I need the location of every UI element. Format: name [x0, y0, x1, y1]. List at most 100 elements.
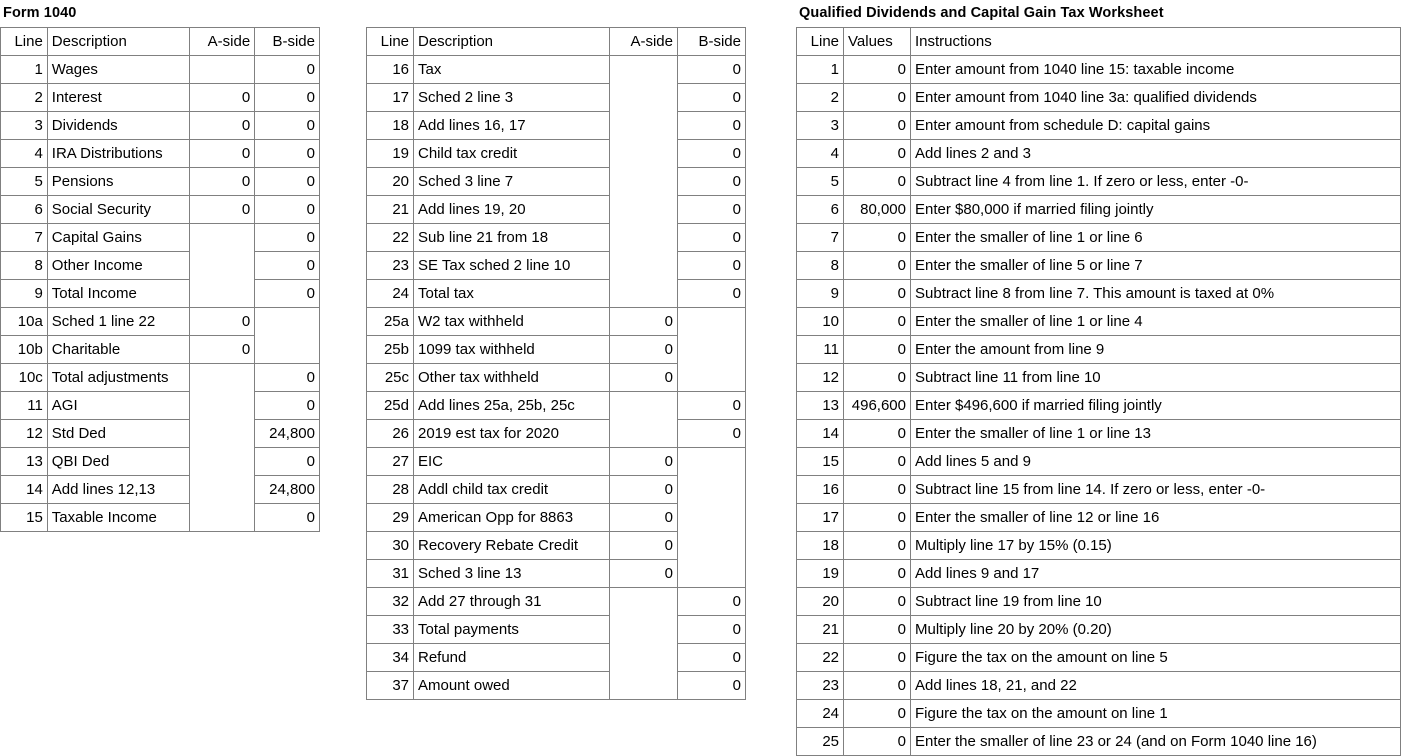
a-side-value-cell[interactable]: 0	[609, 363, 678, 392]
b-side-value-cell[interactable]: 0	[254, 391, 320, 420]
a-side-value-cell[interactable]: 0	[609, 335, 678, 364]
a-side-value-cell[interactable]: 0	[189, 139, 256, 168]
table-row: 4 0 Add lines 2 and 3	[796, 139, 1401, 168]
a-side-value-cell[interactable]: 0	[189, 335, 256, 364]
b-side-value-cell[interactable]: 0	[677, 139, 746, 168]
value-cell[interactable]: 0	[843, 419, 911, 448]
a-side-value-cell[interactable]: 0	[609, 531, 678, 560]
value-cell[interactable]: 0	[843, 335, 911, 364]
b-side-value-cell[interactable]: 0	[254, 55, 320, 84]
instruction-cell: Enter amount from schedule D: capital ga…	[910, 111, 1401, 140]
description-cell: Add lines 16, 17	[413, 111, 610, 140]
value-cell[interactable]: 0	[843, 671, 911, 700]
value-cell[interactable]: 0	[843, 559, 911, 588]
table-row: 7 0 Enter the smaller of line 1 or line 6	[796, 223, 1401, 252]
value-cell[interactable]: 0	[843, 279, 911, 308]
b-side-value-cell[interactable]: 24,800	[254, 419, 320, 448]
instruction-cell: Enter the smaller of line 23 or 24 (and …	[910, 727, 1401, 756]
line-number-cell: 32	[366, 587, 414, 616]
a-side-value-cell[interactable]: 0	[189, 111, 256, 140]
a-side-value-cell[interactable]: 0	[189, 167, 256, 196]
table-row: 23 SE Tax sched 2 line 10 0	[366, 251, 746, 280]
value-cell[interactable]: 0	[843, 363, 911, 392]
table-row: 26 2019 est tax for 2020 0	[366, 419, 746, 448]
b-side-value-cell[interactable]: 0	[254, 167, 320, 196]
table-row: 15 Taxable Income 0	[0, 503, 320, 532]
b-side-value-cell[interactable]: 0	[677, 251, 746, 280]
header-row: Line Description A-side B-side	[366, 27, 746, 56]
value-cell[interactable]: 0	[843, 699, 911, 728]
b-side-value-cell[interactable]: 0	[254, 195, 320, 224]
table-row: 12 Std Ded 24,800	[0, 419, 320, 448]
b-side-value-cell[interactable]: 0	[677, 671, 746, 700]
table-row: 11 AGI 0	[0, 391, 320, 420]
b-side-value-cell[interactable]: 0	[677, 615, 746, 644]
value-cell[interactable]: 80,000	[843, 195, 911, 224]
value-cell[interactable]: 0	[843, 55, 911, 84]
value-cell[interactable]: 0	[843, 139, 911, 168]
table-row: 21 0 Multiply line 20 by 20% (0.20)	[796, 615, 1401, 644]
b-side-value-cell[interactable]: 24,800	[254, 475, 320, 504]
line-number-cell: 25	[796, 727, 844, 756]
b-side-value-cell[interactable]: 0	[254, 111, 320, 140]
value-cell[interactable]: 0	[843, 251, 911, 280]
value-cell[interactable]: 0	[843, 475, 911, 504]
value-cell[interactable]: 0	[843, 643, 911, 672]
description-cell: Child tax credit	[413, 139, 610, 168]
b-side-value-cell[interactable]: 0	[254, 363, 320, 392]
b-side-value-cell[interactable]: 0	[677, 587, 746, 616]
value-cell[interactable]: 0	[843, 223, 911, 252]
description-cell: Pensions	[46, 167, 191, 196]
b-side-value-cell[interactable]: 0	[254, 223, 320, 252]
page-title: Form 1040	[3, 5, 77, 21]
line-number-cell: 16	[796, 475, 844, 504]
table-row: 1 Wages 0	[0, 55, 320, 84]
value-cell[interactable]: 0	[843, 587, 911, 616]
a-side-value-cell[interactable]: 0	[609, 475, 678, 504]
value-cell[interactable]: 0	[843, 111, 911, 140]
a-side-value-cell[interactable]: 0	[609, 503, 678, 532]
a-side-empty-cell	[189, 251, 256, 280]
value-cell[interactable]: 496,600	[843, 391, 911, 420]
b-side-value-cell[interactable]: 0	[677, 223, 746, 252]
a-side-value-cell[interactable]: 0	[609, 559, 678, 588]
value-cell[interactable]: 0	[843, 83, 911, 112]
description-cell: SE Tax sched 2 line 10	[413, 251, 610, 280]
b-side-value-cell[interactable]: 0	[254, 279, 320, 308]
b-side-value-cell[interactable]: 0	[677, 167, 746, 196]
b-side-value-cell[interactable]: 0	[677, 279, 746, 308]
b-side-value-cell[interactable]: 0	[254, 83, 320, 112]
description-cell: Total adjustments	[46, 363, 191, 392]
b-side-value-cell[interactable]: 0	[254, 503, 320, 532]
b-side-value-cell[interactable]: 0	[677, 419, 746, 448]
b-side-value-cell[interactable]: 0	[677, 83, 746, 112]
value-cell[interactable]: 0	[843, 167, 911, 196]
instruction-cell: Subtract line 11 from line 10	[910, 363, 1401, 392]
instruction-cell: Multiply line 17 by 15% (0.15)	[910, 531, 1401, 560]
b-side-value-cell[interactable]: 0	[677, 195, 746, 224]
value-cell[interactable]: 0	[843, 447, 911, 476]
value-cell[interactable]: 0	[843, 727, 911, 756]
value-cell[interactable]: 0	[843, 615, 911, 644]
value-cell[interactable]: 0	[843, 503, 911, 532]
table-row: 25d Add lines 25a, 25b, 25c 0	[366, 391, 746, 420]
instruction-cell: Figure the tax on the amount on line 1	[910, 699, 1401, 728]
b-side-empty-cell	[677, 447, 746, 476]
b-side-value-cell[interactable]: 0	[254, 251, 320, 280]
b-side-value-cell[interactable]: 0	[254, 447, 320, 476]
line-number-cell: 21	[366, 195, 414, 224]
a-side-value-cell[interactable]: 0	[189, 83, 256, 112]
a-side-value-cell[interactable]: 0	[189, 307, 256, 336]
table-row: 32 Add 27 through 31 0	[366, 587, 746, 616]
value-cell[interactable]: 0	[843, 307, 911, 336]
b-side-value-cell[interactable]: 0	[677, 391, 746, 420]
a-side-value-cell[interactable]: 0	[189, 195, 256, 224]
a-side-value-cell[interactable]: 0	[609, 307, 678, 336]
b-side-value-cell[interactable]: 0	[677, 111, 746, 140]
b-side-value-cell[interactable]: 0	[677, 55, 746, 84]
b-side-value-cell[interactable]: 0	[677, 643, 746, 672]
value-cell[interactable]: 0	[843, 531, 911, 560]
line-number-cell: 33	[366, 615, 414, 644]
a-side-value-cell[interactable]: 0	[609, 447, 678, 476]
b-side-value-cell[interactable]: 0	[254, 139, 320, 168]
